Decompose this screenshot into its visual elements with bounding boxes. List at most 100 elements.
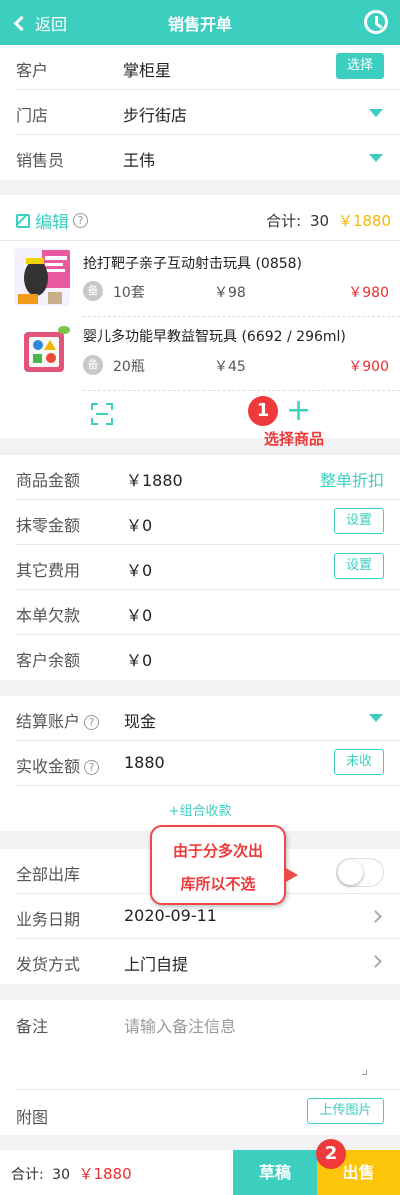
- help-icon[interactable]: ?: [84, 760, 100, 775]
- divider: [16, 785, 400, 786]
- chevron-right-icon: [369, 910, 382, 923]
- edit-cart-button[interactable]: 编辑 ?: [16, 208, 88, 233]
- stock-tag: 备: [83, 355, 103, 375]
- store-value: 步行街店: [123, 106, 188, 125]
- footer-total-label: 合计:: [11, 1167, 44, 1183]
- store-row[interactable]: 门店 步行街店: [0, 90, 400, 135]
- received-row: 实收金额? 1880 未收: [0, 741, 400, 786]
- received-value[interactable]: 1880: [124, 753, 165, 772]
- upload-image-button[interactable]: 上传图片: [307, 1098, 384, 1124]
- amounts-section: 商品金额 ￥1880 整单折扣 抹零金额 ￥0 设置 其它费用 ￥0 设置 本单…: [0, 455, 400, 680]
- date-label: 业务日期: [16, 910, 81, 929]
- other-fees-settings-button[interactable]: 设置: [334, 553, 384, 579]
- remarks-textarea[interactable]: 请输入备注信息: [124, 1013, 370, 1077]
- annotation-bubble-line1: 由于分多次出: [172, 842, 263, 860]
- other-fees-value: ￥0: [126, 561, 153, 580]
- help-icon[interactable]: ?: [73, 213, 88, 228]
- rounding-settings-button[interactable]: 设置: [334, 508, 384, 534]
- resize-handle-icon[interactable]: [362, 1070, 367, 1075]
- account-label-wrap: 结算账户?: [16, 708, 100, 732]
- all-out-toggle[interactable]: [336, 858, 384, 887]
- attachment-label: 附图: [16, 1108, 49, 1127]
- divider: [83, 390, 400, 391]
- add-product-button[interactable]: +: [286, 396, 311, 426]
- edit-label: 编辑: [35, 213, 69, 233]
- annotation-badge-2: 2: [316, 1139, 346, 1169]
- settlement-section: 结算账户? 现金 实收金额? 1880 未收 +组合收款: [0, 696, 400, 831]
- product-image: [14, 248, 70, 306]
- page-title: 销售开单: [167, 15, 232, 34]
- dropdown-arrow-icon[interactable]: [369, 714, 383, 722]
- account-label: 结算账户: [16, 712, 81, 731]
- annotation-bubble-tail: [284, 867, 298, 883]
- other-fees-row: 其它费用 ￥0 设置: [0, 545, 400, 590]
- divider: [83, 316, 400, 317]
- edit-icon: [16, 213, 30, 228]
- whole-order-discount-link[interactable]: 整单折扣: [320, 467, 384, 491]
- remarks-label: 备注: [16, 1017, 49, 1036]
- product-price: ￥98: [214, 285, 246, 301]
- received-label: 实收金额: [16, 757, 81, 776]
- cart-total-label: 合计:: [266, 212, 302, 230]
- order-debt-value: ￥0: [126, 606, 153, 625]
- product-price: ￥45: [214, 359, 246, 375]
- customer-balance-label: 客户余额: [16, 651, 81, 670]
- delivery-method-row[interactable]: 发货方式 上门自提: [0, 939, 400, 984]
- scan-icon[interactable]: [91, 403, 113, 425]
- help-icon[interactable]: ?: [84, 715, 100, 730]
- customer-value: 掌柜星: [123, 61, 172, 80]
- goods-amount-row: 商品金额 ￥1880 整单折扣: [0, 455, 400, 500]
- divider: [16, 1089, 400, 1090]
- goods-amount-label: 商品金额: [16, 471, 81, 490]
- product-qty: 10套: [113, 285, 145, 301]
- store-label: 门店: [16, 106, 49, 125]
- other-fees-label: 其它费用: [16, 561, 81, 580]
- chevron-right-icon: [369, 955, 382, 968]
- not-received-button[interactable]: 未收: [334, 749, 384, 775]
- product-subtotal: ￥980: [348, 285, 389, 301]
- customer-balance-row: 客户余额 ￥0: [0, 635, 400, 680]
- cart-total: 合计: 30 ￥1880: [266, 210, 391, 231]
- clock-icon[interactable]: [364, 10, 388, 34]
- delivery-method-value: 上门自提: [124, 955, 189, 974]
- footer-total-amount: ￥1880: [78, 1165, 132, 1183]
- dropdown-arrow-icon[interactable]: [369, 109, 383, 117]
- cart-section: 编辑 ? 合计: 30 ￥1880 抢打靶子亲子互动射击玩具 (0858) 备 …: [0, 195, 400, 438]
- salesperson-label: 销售员: [16, 151, 65, 170]
- divider: [0, 240, 400, 241]
- salesperson-value: 王伟: [123, 151, 156, 170]
- footer-total-count: 30: [52, 1167, 70, 1183]
- top-bar: 返回 销售开单: [0, 0, 400, 45]
- product-image: [16, 322, 72, 380]
- annotation-badge-1: 1: [248, 396, 278, 426]
- product-name: 抢打靶子亲子互动射击玩具 (0858): [83, 256, 303, 272]
- dropdown-arrow-icon[interactable]: [369, 154, 383, 162]
- account-value: 现金: [124, 712, 157, 731]
- basic-info-section: 客户 掌柜星 选择 门店 步行街店 销售员 王伟: [0, 45, 400, 180]
- draft-button[interactable]: 草稿: [233, 1150, 317, 1195]
- salesperson-row[interactable]: 销售员 王伟: [0, 135, 400, 180]
- account-row[interactable]: 结算账户? 现金: [0, 696, 400, 741]
- all-out-label: 全部出库: [16, 865, 81, 884]
- cart-total-amount: ￥1880: [337, 212, 391, 230]
- customer-row[interactable]: 客户 掌柜星 选择: [0, 45, 400, 90]
- product-name: 婴儿多功能早教益智玩具 (6692 / 296ml): [83, 329, 346, 345]
- annotation-bubble: 由于分多次出 库所以不选: [150, 825, 298, 905]
- combined-payment-link[interactable]: +组合收款: [0, 800, 400, 819]
- cart-total-count: 30: [309, 212, 330, 230]
- toggle-knob: [338, 860, 363, 885]
- rounding-label: 抹零金额: [16, 516, 81, 535]
- order-debt-label: 本单欠款: [16, 606, 81, 625]
- annotation-select-product: 选择商品: [264, 430, 325, 448]
- footer-total: 合计: 30 ￥1880: [11, 1163, 132, 1184]
- product-subtotal: ￥900: [348, 359, 389, 375]
- customer-balance-value: ￥0: [126, 651, 153, 670]
- delivery-method-label: 发货方式: [16, 955, 81, 974]
- select-customer-button[interactable]: 选择: [336, 53, 384, 79]
- customer-label: 客户: [16, 61, 49, 80]
- rounding-value: ￥0: [126, 516, 153, 535]
- product-qty: 20瓶: [113, 359, 145, 375]
- rounding-row: 抹零金额 ￥0 设置: [0, 500, 400, 545]
- date-value: 2020-09-11: [124, 906, 217, 925]
- stock-tag: 备: [83, 281, 103, 301]
